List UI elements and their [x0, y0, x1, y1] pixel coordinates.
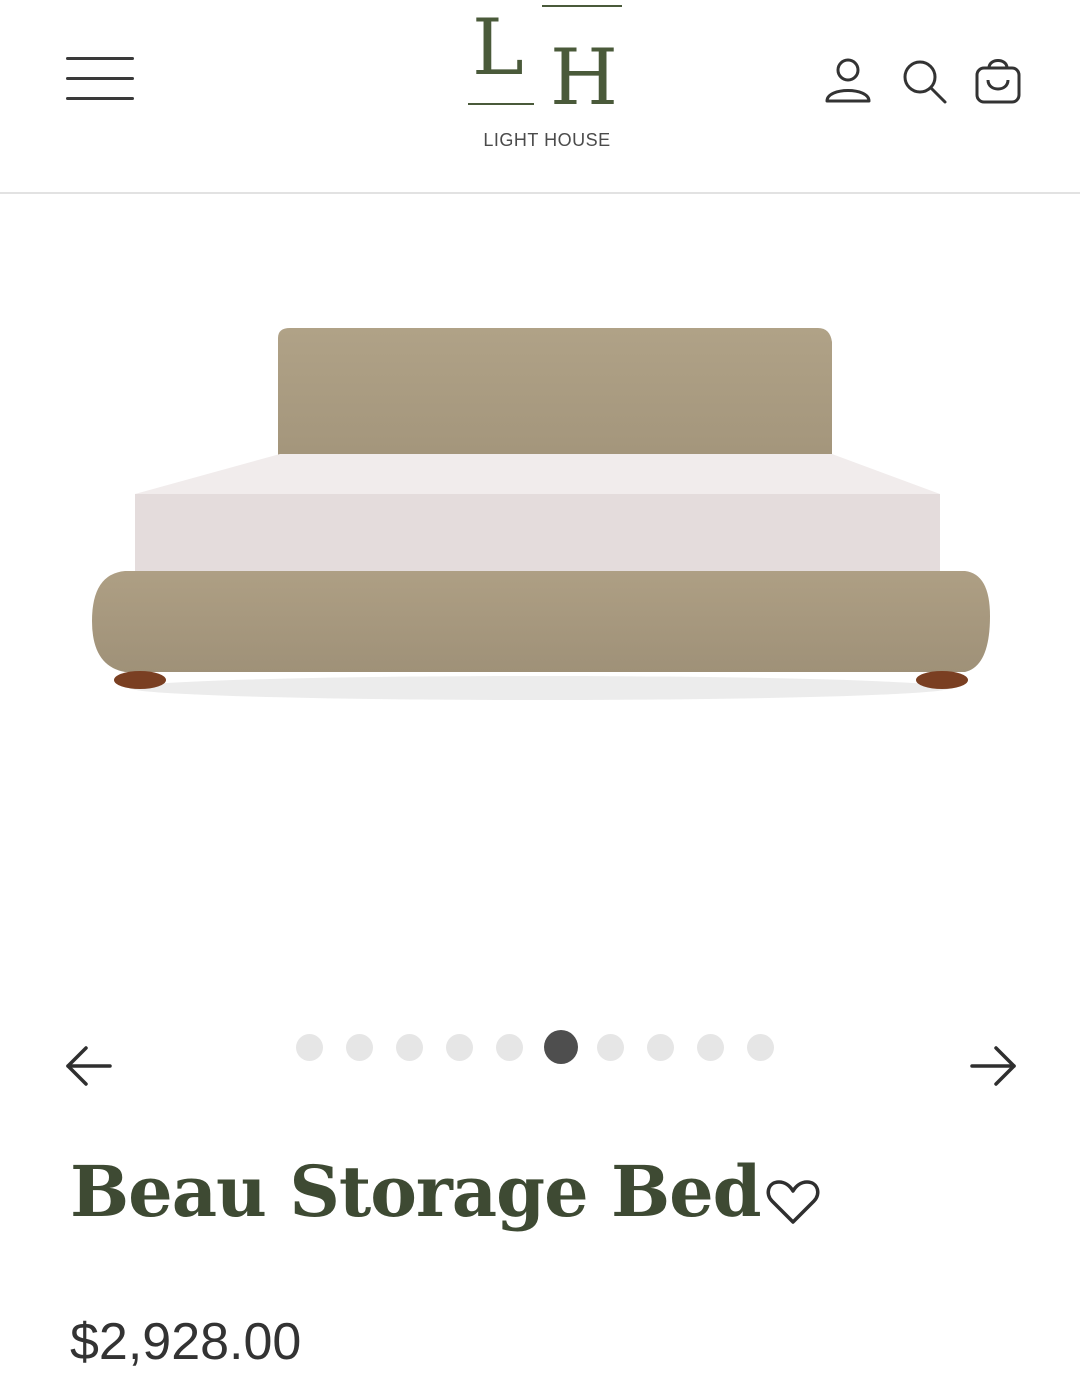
- search-icon[interactable]: [900, 56, 950, 106]
- gallery-next-button[interactable]: [966, 1040, 1022, 1090]
- product-price: $2,928.00: [70, 1313, 302, 1371]
- arrow-left-icon: [66, 1046, 112, 1086]
- arrow-right-icon: [970, 1046, 1016, 1086]
- pagination-dot[interactable]: [296, 1033, 323, 1061]
- product-gallery[interactable]: [0, 196, 1080, 1006]
- svg-text:H: H: [550, 33, 618, 120]
- pagination-dot[interactable]: [346, 1033, 373, 1061]
- brand-logo[interactable]: L H LIGHT HOUSE: [462, 0, 632, 160]
- account-icon[interactable]: [822, 54, 874, 106]
- pagination-dot-active[interactable]: [544, 1030, 578, 1064]
- pagination-dot[interactable]: [647, 1033, 674, 1061]
- pagination-dot[interactable]: [697, 1033, 724, 1061]
- pagination-dot[interactable]: [496, 1033, 523, 1061]
- gallery-pagination: [296, 1030, 797, 1064]
- gallery-prev-button[interactable]: [60, 1040, 116, 1090]
- pagination-dot[interactable]: [597, 1033, 624, 1061]
- pagination-dot[interactable]: [446, 1033, 473, 1061]
- cart-bag-icon[interactable]: [972, 52, 1024, 106]
- pagination-dot[interactable]: [396, 1033, 423, 1061]
- site-header: L H LIGHT HOUSE: [0, 0, 1080, 194]
- svg-text:L: L: [472, 3, 524, 93]
- wishlist-button[interactable]: [764, 1176, 822, 1228]
- heart-outline-icon: [766, 1180, 820, 1224]
- product-image: [92, 328, 990, 700]
- pagination-dot[interactable]: [747, 1033, 774, 1061]
- menu-icon[interactable]: [66, 55, 136, 103]
- brand-name: LIGHT HOUSE: [483, 130, 611, 150]
- product-title: Beau Storage Bed: [70, 1150, 762, 1233]
- logo-monogram-graphic: L H: [468, 3, 622, 120]
